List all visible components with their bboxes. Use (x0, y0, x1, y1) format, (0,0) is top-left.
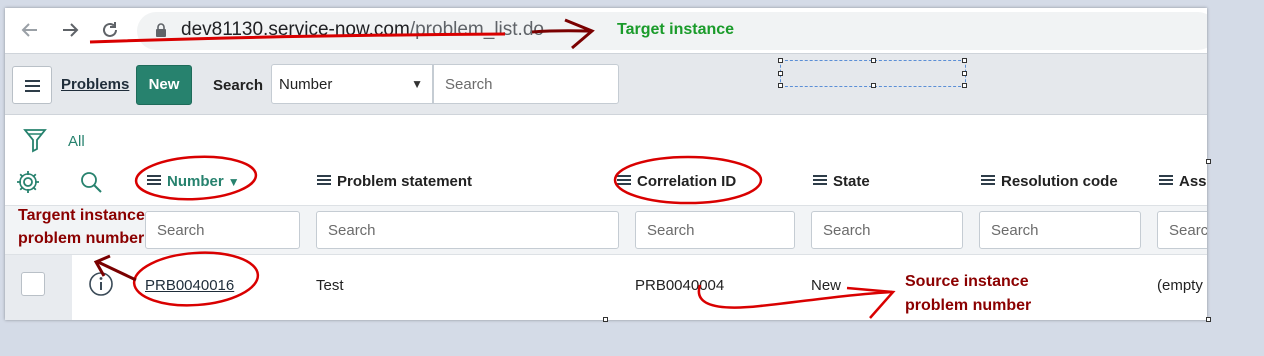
arrow-left-icon[interactable] (19, 19, 41, 41)
annotation-source-problem-1: Source instance (905, 273, 1029, 290)
row-checkbox[interactable] (21, 272, 45, 296)
column-header-state[interactable]: State (813, 173, 870, 190)
search-label: Search (213, 77, 264, 94)
arrow-right-icon[interactable] (59, 19, 81, 41)
cell-assigned: (empty (1157, 277, 1203, 294)
cell-state: New (811, 277, 842, 294)
reload-icon[interactable] (99, 19, 121, 41)
column-menu-icon[interactable] (617, 175, 631, 186)
hamburger-icon (25, 80, 40, 82)
sort-desc-icon: ▼ (227, 175, 240, 189)
column-menu-icon[interactable] (1159, 175, 1173, 186)
column-menu-icon[interactable] (981, 175, 995, 186)
list-title-link[interactable]: Problems (61, 76, 129, 93)
url-text[interactable]: dev81130.service-now.com/problem_list.do (181, 19, 544, 41)
column-search-correlation-id[interactable]: Search (635, 211, 795, 249)
selection-box (778, 58, 967, 88)
funnel-icon[interactable] (23, 127, 47, 153)
list-header: Problems New Search Number ▼ Search (5, 54, 1207, 115)
annotation-target-problem-1: Targent instance (18, 207, 145, 224)
column-search-assigned[interactable]: Searc (1157, 211, 1207, 249)
column-menu-icon[interactable] (317, 175, 331, 186)
column-header-correlation-id[interactable]: Correlation ID (617, 173, 736, 190)
column-menu-icon[interactable] (813, 175, 827, 186)
column-search-state[interactable]: Search (811, 211, 963, 249)
search-input[interactable]: Search (433, 64, 619, 104)
column-search-number[interactable]: Search (145, 211, 300, 249)
chevron-down-icon: ▼ (411, 77, 423, 91)
gear-icon[interactable] (15, 169, 41, 195)
column-header-number[interactable]: Number ▼ (147, 173, 240, 190)
new-button[interactable]: New (136, 65, 192, 105)
column-header-resolution-code[interactable]: Resolution code (981, 173, 1118, 190)
annotation-target-instance: Target instance (617, 21, 735, 38)
frame-handle (1206, 317, 1211, 322)
annotation-target-problem-2: problem number (18, 230, 145, 247)
browser-toolbar: dev81130.service-now.com/problem_list.do (5, 8, 1207, 54)
breadcrumb-all[interactable]: All (68, 133, 85, 150)
search-field-value: Number (279, 76, 333, 93)
frame-handle (1206, 159, 1211, 164)
cell-problem-statement: Test (316, 277, 344, 294)
filter-row: All (5, 115, 1207, 159)
lock-icon (156, 23, 166, 37)
search-icon[interactable] (78, 169, 104, 195)
cell-number-link[interactable]: PRB0040016 (145, 277, 234, 294)
cell-correlation-id: PRB0040004 (635, 277, 725, 294)
url-path: /problem_list.do (409, 19, 544, 40)
url-host: dev81130.service-now.com (181, 19, 410, 40)
column-header-row: Number ▼ Problem statement Correlation ID… (5, 159, 1207, 205)
list-menu-button[interactable] (12, 66, 52, 104)
column-menu-icon[interactable] (147, 175, 161, 186)
column-search-row: Search Search Search Search Search Searc (5, 205, 1207, 255)
search-field-select[interactable]: Number ▼ (271, 64, 433, 104)
info-icon[interactable] (88, 271, 114, 297)
column-search-problem-statement[interactable]: Search (316, 211, 619, 249)
annotation-source-problem-2: problem number (905, 297, 1032, 314)
column-search-resolution-code[interactable]: Search (979, 211, 1141, 249)
column-header-problem-statement[interactable]: Problem statement (317, 173, 472, 190)
search-placeholder: Search (445, 76, 493, 93)
frame-handle (603, 317, 608, 322)
column-header-assigned[interactable]: Assi (1159, 173, 1207, 190)
